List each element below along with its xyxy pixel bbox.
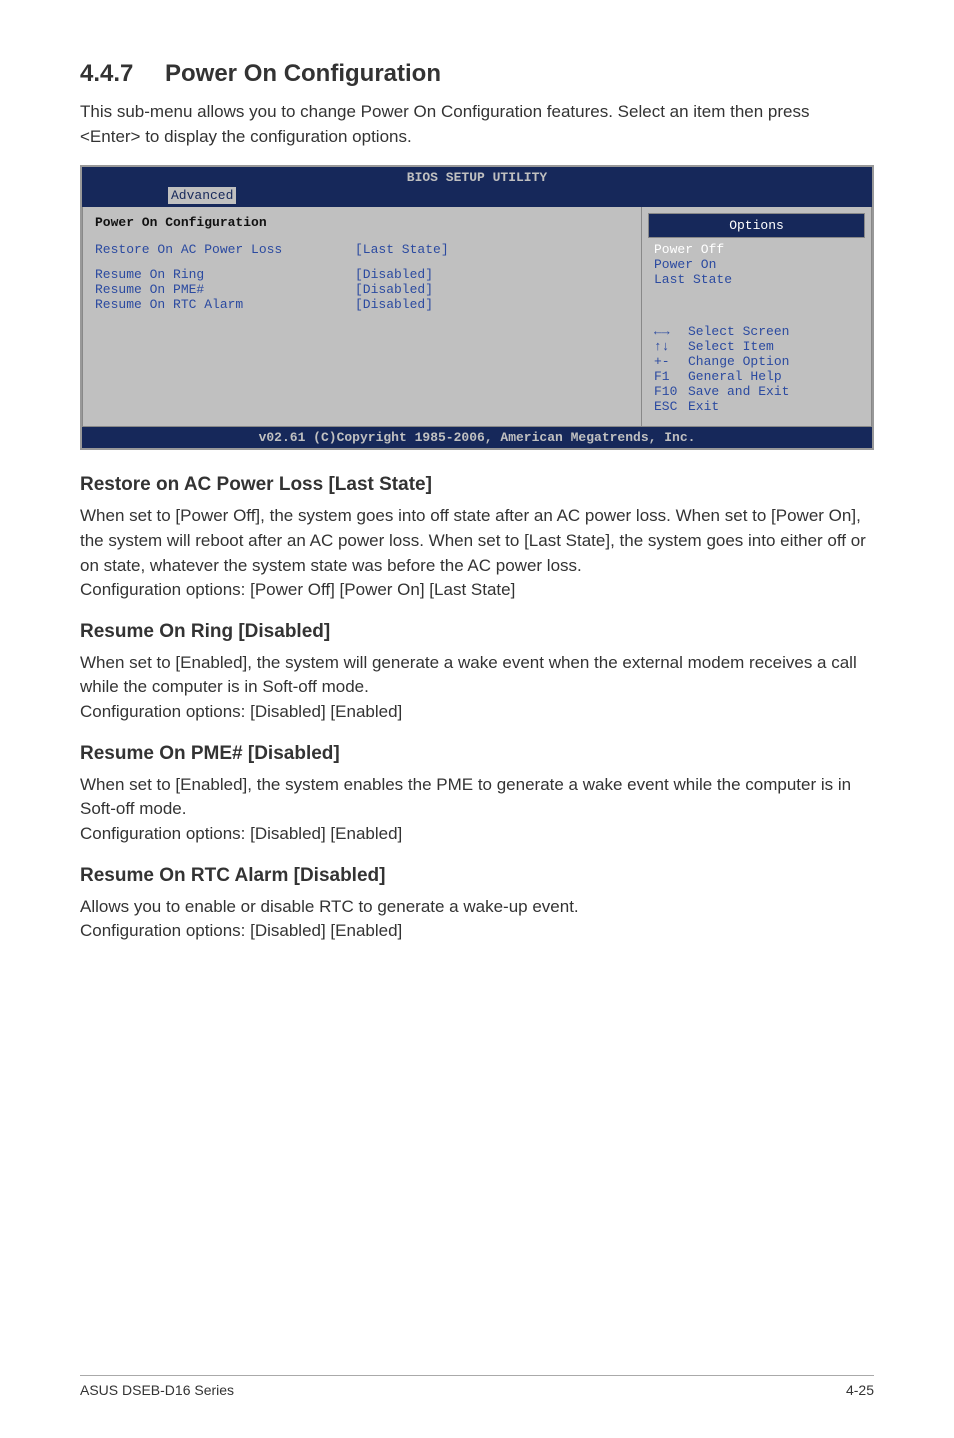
- bios-left-panel: Power On Configuration Restore On AC Pow…: [82, 207, 642, 427]
- bios-footer: v02.61 (C)Copyright 1985-2006, American …: [82, 427, 872, 448]
- bios-panel-title: Power On Configuration: [95, 215, 629, 230]
- help-desc: Select Screen: [688, 324, 789, 339]
- option-item: Last State: [654, 272, 859, 287]
- bios-row: Resume On PME# [Disabled]: [95, 282, 629, 297]
- heading-title: Power On Configuration: [165, 60, 441, 87]
- help-row: F10Save and Exit: [654, 384, 859, 399]
- help-desc: Select Item: [688, 339, 774, 354]
- content-section: Resume On Ring [Disabled] When set to [E…: [80, 621, 874, 725]
- bios-title: BIOS SETUP UTILITY: [90, 170, 864, 185]
- section-body: When set to [Power Off], the system goes…: [80, 504, 874, 603]
- sub-heading: Resume On Ring [Disabled]: [80, 621, 874, 643]
- bios-tab-advanced: Advanced: [168, 187, 236, 204]
- bios-header: BIOS SETUP UTILITY Advanced: [82, 167, 872, 207]
- help-row: F1General Help: [654, 369, 859, 384]
- bios-right-panel: Options Power Off Power On Last State ←→…: [642, 207, 872, 427]
- help-key: ↑↓: [654, 339, 688, 354]
- page-footer: ASUS DSEB-D16 Series 4-25: [80, 1375, 874, 1398]
- bios-row: Resume On RTC Alarm [Disabled]: [95, 297, 629, 312]
- options-header: Options: [648, 213, 865, 238]
- help-row: ↑↓Select Item: [654, 339, 859, 354]
- help-key: ←→: [654, 324, 688, 339]
- bios-body: Power On Configuration Restore On AC Pow…: [82, 207, 872, 427]
- footer-left: ASUS DSEB-D16 Series: [80, 1382, 234, 1398]
- bios-row-label: Resume On Ring: [95, 267, 355, 282]
- help-keys: ←→Select Screen ↑↓Select Item +-Change O…: [642, 318, 871, 426]
- help-key: F10: [654, 384, 688, 399]
- help-desc: Change Option: [688, 354, 789, 369]
- bios-row-label: Resume On RTC Alarm: [95, 297, 355, 312]
- content-section: Resume On PME# [Disabled] When set to [E…: [80, 743, 874, 847]
- help-row: ←→Select Screen: [654, 324, 859, 339]
- bios-screenshot: BIOS SETUP UTILITY Advanced Power On Con…: [80, 165, 874, 450]
- section-body: When set to [Enabled], the system will g…: [80, 651, 874, 725]
- sub-heading: Resume On PME# [Disabled]: [80, 743, 874, 765]
- section-body: Allows you to enable or disable RTC to g…: [80, 895, 874, 944]
- help-row: ESCExit: [654, 399, 859, 414]
- section-heading: 4.4.7Power On Configuration: [80, 60, 874, 88]
- bios-row-value: [Last State]: [355, 242, 449, 257]
- bios-row-value: [Disabled]: [355, 297, 433, 312]
- help-key: ESC: [654, 399, 688, 414]
- bios-row: Resume On Ring [Disabled]: [95, 267, 629, 282]
- bios-row-label: Resume On PME#: [95, 282, 355, 297]
- help-desc: General Help: [688, 369, 782, 384]
- sub-heading: Resume On RTC Alarm [Disabled]: [80, 865, 874, 887]
- content-section: Resume On RTC Alarm [Disabled] Allows yo…: [80, 865, 874, 944]
- sub-heading: Restore on AC Power Loss [Last State]: [80, 474, 874, 496]
- footer-right: 4-25: [846, 1382, 874, 1398]
- section-body: When set to [Enabled], the system enable…: [80, 773, 874, 847]
- bios-row: Restore On AC Power Loss [Last State]: [95, 242, 629, 257]
- help-desc: Save and Exit: [688, 384, 789, 399]
- option-item: Power On: [654, 257, 859, 272]
- help-key: F1: [654, 369, 688, 384]
- bios-row-value: [Disabled]: [355, 282, 433, 297]
- option-selected: Power Off: [654, 242, 859, 257]
- options-list: Power Off Power On Last State: [642, 242, 871, 287]
- bios-row-value: [Disabled]: [355, 267, 433, 282]
- content-section: Restore on AC Power Loss [Last State] Wh…: [80, 474, 874, 603]
- bios-row-label: Restore On AC Power Loss: [95, 242, 355, 257]
- intro-paragraph: This sub-menu allows you to change Power…: [80, 100, 874, 149]
- help-key: +-: [654, 354, 688, 369]
- help-row: +-Change Option: [654, 354, 859, 369]
- help-desc: Exit: [688, 399, 719, 414]
- heading-number: 4.4.7: [80, 60, 165, 88]
